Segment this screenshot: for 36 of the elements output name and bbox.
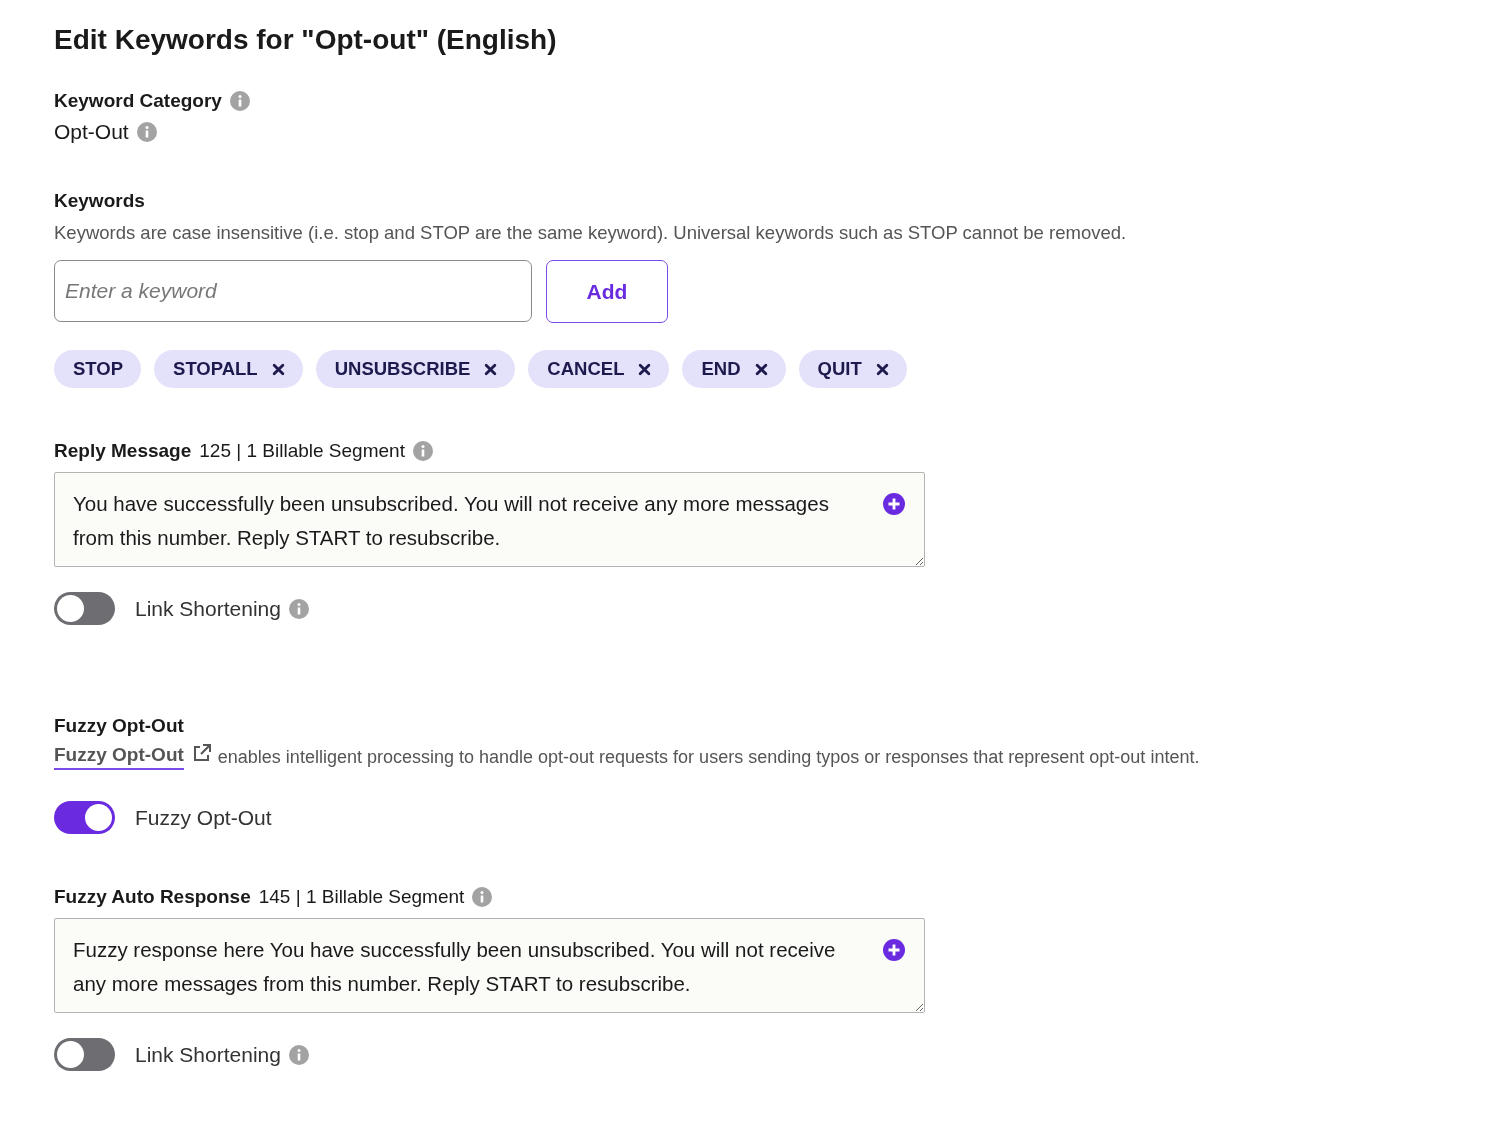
remove-icon[interactable]: [484, 362, 498, 376]
section-label: Keywords: [54, 190, 145, 211]
category-value: Opt-Out: [54, 120, 129, 144]
section-label: Reply Message: [54, 440, 192, 462]
section-label: Fuzzy Auto Response: [54, 886, 251, 908]
keyword-chip: UNSUBSCRIBE: [315, 350, 516, 388]
add-circle-icon[interactable]: [883, 493, 905, 515]
toggle-switch[interactable]: [54, 592, 115, 625]
keyword-chip: STOP: [54, 350, 142, 388]
toggle-label: Fuzzy Opt-Out: [135, 805, 272, 830]
fuzzy-description: enables intelligent processing to handle opt-out requests for users sending typos or responses that represent opt-out intent.: [217, 746, 1200, 768]
message-textarea[interactable]: You have successfully been unsubscribed. You will not receive any more messages from this number. Reply START to resubscribe.: [54, 472, 925, 567]
page-title: Edit Keywords for "Opt-out" (English): [54, 24, 558, 56]
keyword-chip: QUIT: [798, 350, 907, 388]
external-link-icon[interactable]: [191, 743, 212, 763]
remove-icon[interactable]: [875, 362, 889, 376]
keyword-chip: STOPALL: [154, 350, 303, 388]
fuzzy-opt-out-link[interactable]: Fuzzy Opt-Out: [54, 744, 184, 770]
segment-count: 145 | 1 Billable Segment: [258, 886, 465, 908]
add-button[interactable]: Add: [546, 260, 668, 323]
section-label: Keyword Category: [54, 90, 222, 112]
remove-icon[interactable]: [271, 362, 285, 376]
section-label: Fuzzy Opt-Out: [54, 715, 184, 736]
toggle-label: Link Shortening: [135, 1042, 281, 1067]
toggle-label: Link Shortening: [135, 596, 281, 621]
keywords-description: Keywords are case insensitive (i.e. stop and STOP are the same keyword). Universal keywords such as STOP cannot be removed.: [54, 222, 1128, 244]
keyword-chip: END: [682, 350, 786, 388]
keyword-chip: CANCEL: [528, 350, 670, 388]
remove-icon[interactable]: [638, 362, 652, 376]
toggle-switch[interactable]: [54, 801, 115, 834]
segment-count: 125 | 1 Billable Segment: [199, 440, 405, 462]
remove-icon[interactable]: [754, 362, 768, 376]
add-circle-icon[interactable]: [883, 939, 905, 961]
keyword-input[interactable]: Enter a keyword: [54, 260, 532, 322]
message-textarea[interactable]: Fuzzy response here You have successfully been unsubscribed. You will not receive any more messages from this number. Reply START to resubscribe.: [54, 918, 925, 1013]
toggle-switch[interactable]: [54, 1038, 115, 1071]
